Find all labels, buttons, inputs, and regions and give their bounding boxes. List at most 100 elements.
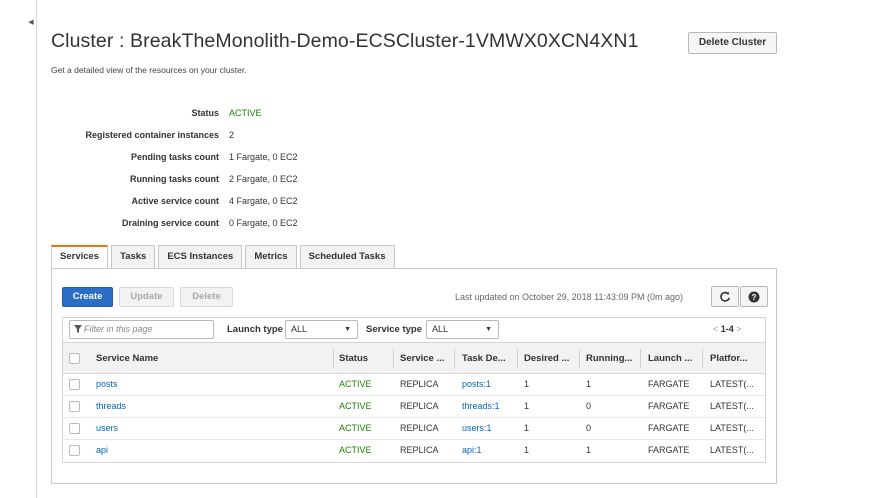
column-divider <box>333 349 334 368</box>
row-checkbox[interactable] <box>69 401 80 412</box>
detail-value: 2 Fargate, 0 EC2 <box>229 174 298 184</box>
column-header-launch-type[interactable]: Launch ... <box>648 353 692 364</box>
task-definition-link[interactable]: posts:1 <box>462 379 491 389</box>
help-button[interactable]: ? <box>740 286 768 307</box>
last-updated-text: Last updated on October 29, 2018 11:43:0… <box>455 292 683 302</box>
detail-label: Pending tasks count <box>130 152 219 162</box>
svg-text:?: ? <box>752 293 757 302</box>
refresh-icon <box>720 291 730 302</box>
service-name-link[interactable]: posts <box>96 379 118 389</box>
column-divider <box>517 349 518 368</box>
detail-label: Active service count <box>131 196 219 206</box>
service-type: REPLICA <box>400 423 439 433</box>
service-status: ACTIVE <box>339 445 372 455</box>
launch-type: FARGATE <box>648 401 690 411</box>
tab-services[interactable]: Services <box>51 245 109 268</box>
launch-type-select[interactable]: ALL ▼ <box>285 320 358 339</box>
services-table: Service Name Status Service ... Task De.… <box>62 342 766 463</box>
service-status: ACTIVE <box>339 379 372 389</box>
platform-version: LATEST(... <box>710 379 754 389</box>
filter-icon <box>74 325 82 333</box>
platform-version: LATEST(... <box>710 445 754 455</box>
chevron-down-icon: ▼ <box>485 326 492 333</box>
service-type: REPLICA <box>400 401 439 411</box>
pagination: < 1-4 > <box>713 324 742 334</box>
collapse-arrow-icon[interactable]: ◀ <box>26 18 36 28</box>
running-count: 1 <box>586 445 592 455</box>
table-row: users ACTIVE REPLICA users:1 1 0 FARGATE… <box>63 418 765 440</box>
column-header-service-name[interactable]: Service Name <box>96 353 158 364</box>
service-name-link[interactable]: users <box>96 423 118 433</box>
column-divider <box>640 349 641 368</box>
pager-next-button[interactable]: > <box>736 324 741 334</box>
detail-value: 2 <box>229 130 235 140</box>
desired-count: 1 <box>524 423 530 433</box>
launch-type-value: ALL <box>291 324 308 334</box>
table-row: threads ACTIVE REPLICA threads:1 1 0 FAR… <box>63 396 765 418</box>
running-count: 0 <box>586 401 592 411</box>
column-header-running[interactable]: Running... <box>586 353 632 364</box>
service-type: REPLICA <box>400 445 439 455</box>
help-icon: ? <box>748 291 760 303</box>
desired-count: 1 <box>524 401 530 411</box>
update-button[interactable]: Update <box>119 287 174 307</box>
detail-label: Registered container instances <box>85 130 219 140</box>
column-header-task-definition[interactable]: Task De... <box>462 353 506 364</box>
row-checkbox[interactable] <box>69 379 80 390</box>
detail-value: 1 Fargate, 0 EC2 <box>229 152 298 162</box>
tab-ecs-instances[interactable]: ECS Instances <box>158 245 243 268</box>
launch-type: FARGATE <box>648 445 690 455</box>
platform-version: LATEST(... <box>710 423 754 433</box>
column-divider <box>579 349 580 368</box>
table-row: api ACTIVE REPLICA api:1 1 1 FARGATE LAT… <box>63 440 765 462</box>
select-all-checkbox[interactable] <box>69 353 80 364</box>
left-rail <box>36 0 37 498</box>
service-type-select[interactable]: ALL ▼ <box>426 320 499 339</box>
running-count: 0 <box>586 423 592 433</box>
refresh-button[interactable] <box>711 286 739 307</box>
service-type-value: ALL <box>432 324 449 334</box>
launch-type-label: Launch type <box>227 324 283 335</box>
pager-range: 1-4 <box>720 324 734 334</box>
column-header-platform[interactable]: Platfor... <box>710 353 747 364</box>
row-checkbox[interactable] <box>69 423 80 434</box>
cluster-tabs: Services Tasks ECS Instances Metrics Sch… <box>51 245 395 268</box>
pager-prev-button[interactable]: < <box>713 324 718 334</box>
detail-label: Running tasks count <box>129 174 219 184</box>
chevron-down-icon: ▼ <box>344 326 351 333</box>
column-header-desired[interactable]: Desired ... <box>524 353 569 364</box>
desired-count: 1 <box>524 379 530 389</box>
detail-label: Status <box>191 108 219 118</box>
detail-label: Draining service count <box>121 218 219 228</box>
launch-type: FARGATE <box>648 423 690 433</box>
tab-metrics[interactable]: Metrics <box>245 245 297 268</box>
column-header-status[interactable]: Status <box>339 353 368 364</box>
tab-scheduled-tasks[interactable]: Scheduled Tasks <box>299 245 395 268</box>
delete-cluster-button[interactable]: Delete Cluster <box>688 32 777 54</box>
service-name-link[interactable]: api <box>96 445 108 455</box>
running-count: 1 <box>586 379 592 389</box>
table-row: posts ACTIVE REPLICA posts:1 1 1 FARGATE… <box>63 374 765 396</box>
column-divider <box>454 349 455 368</box>
column-divider <box>393 349 394 368</box>
delete-button[interactable]: Delete <box>180 287 233 307</box>
filter-placeholder: Filter in this page <box>84 324 153 334</box>
filter-search-input[interactable]: Filter in this page <box>69 320 214 339</box>
task-definition-link[interactable]: threads:1 <box>462 401 500 411</box>
service-type-label: Service type <box>366 324 422 335</box>
detail-value: 0 Fargate, 0 EC2 <box>229 218 298 228</box>
tab-tasks[interactable]: Tasks <box>111 245 156 268</box>
service-name-link[interactable]: threads <box>96 401 126 411</box>
status-value: ACTIVE <box>229 108 262 118</box>
row-checkbox[interactable] <box>69 445 80 456</box>
detail-value: 4 Fargate, 0 EC2 <box>229 196 298 206</box>
column-header-service-type[interactable]: Service ... <box>400 353 444 364</box>
task-definition-link[interactable]: api:1 <box>462 445 482 455</box>
table-header: Service Name Status Service ... Task De.… <box>63 343 765 374</box>
service-status: ACTIVE <box>339 423 372 433</box>
column-divider <box>702 349 703 368</box>
launch-type: FARGATE <box>648 379 690 389</box>
create-button[interactable]: Create <box>62 287 113 307</box>
task-definition-link[interactable]: users:1 <box>462 423 492 433</box>
page-subtitle: Get a detailed view of the resources on … <box>51 65 247 75</box>
